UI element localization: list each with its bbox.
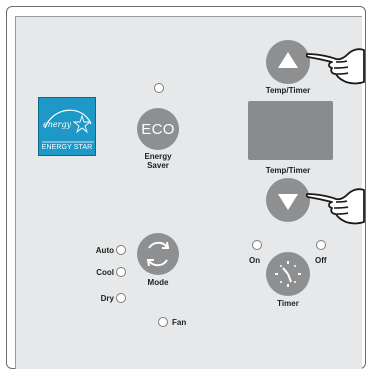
energy-saver-caption-line2: Saver xyxy=(147,161,169,170)
eco-button[interactable]: ECO xyxy=(137,108,179,150)
timer-off-label: Off xyxy=(315,256,327,265)
down-arrow-icon xyxy=(278,194,298,210)
timer-on-label: On xyxy=(249,256,261,265)
eco-button-label: ECO xyxy=(141,120,175,138)
mode-option-cool-label: Cool xyxy=(96,268,114,277)
clock-icon xyxy=(275,261,301,287)
mode-option-auto-label: Auto xyxy=(95,246,114,255)
pointing-hand-icon xyxy=(306,48,365,85)
temp-timer-down-caption: Temp/Timer xyxy=(265,166,311,175)
up-arrow-icon xyxy=(278,52,298,68)
timer-off-indicator-light xyxy=(316,240,326,250)
eco-indicator-light xyxy=(154,83,164,93)
mode-dry-indicator-light xyxy=(116,293,126,303)
cycle-arrows-icon xyxy=(146,241,170,267)
timer-button[interactable] xyxy=(266,252,310,296)
mode-option-dry-label: Dry xyxy=(100,294,114,303)
energy-saver-caption-line1: Energy xyxy=(144,152,172,161)
pointing-hand-icon xyxy=(306,188,365,225)
temperature-display xyxy=(248,101,333,160)
fan-caption: Fan xyxy=(172,318,187,327)
mode-button[interactable] xyxy=(137,233,179,275)
temp-timer-down-button[interactable] xyxy=(266,178,310,222)
fan-indicator-light xyxy=(158,317,168,327)
mode-cool-indicator-light xyxy=(116,267,126,277)
energy-saver-caption: Energy Saver xyxy=(136,152,180,170)
temp-timer-up-button[interactable] xyxy=(266,40,310,84)
timer-on-indicator-light xyxy=(252,240,262,250)
energy-star-logo: energy ENERGY STAR xyxy=(38,97,96,156)
mode-caption: Mode xyxy=(147,278,169,287)
timer-caption: Timer xyxy=(277,299,299,308)
mode-auto-indicator-light xyxy=(116,245,126,255)
energy-star-text: ENERGY STAR xyxy=(41,144,93,151)
energy-script-text: energy xyxy=(43,120,72,129)
